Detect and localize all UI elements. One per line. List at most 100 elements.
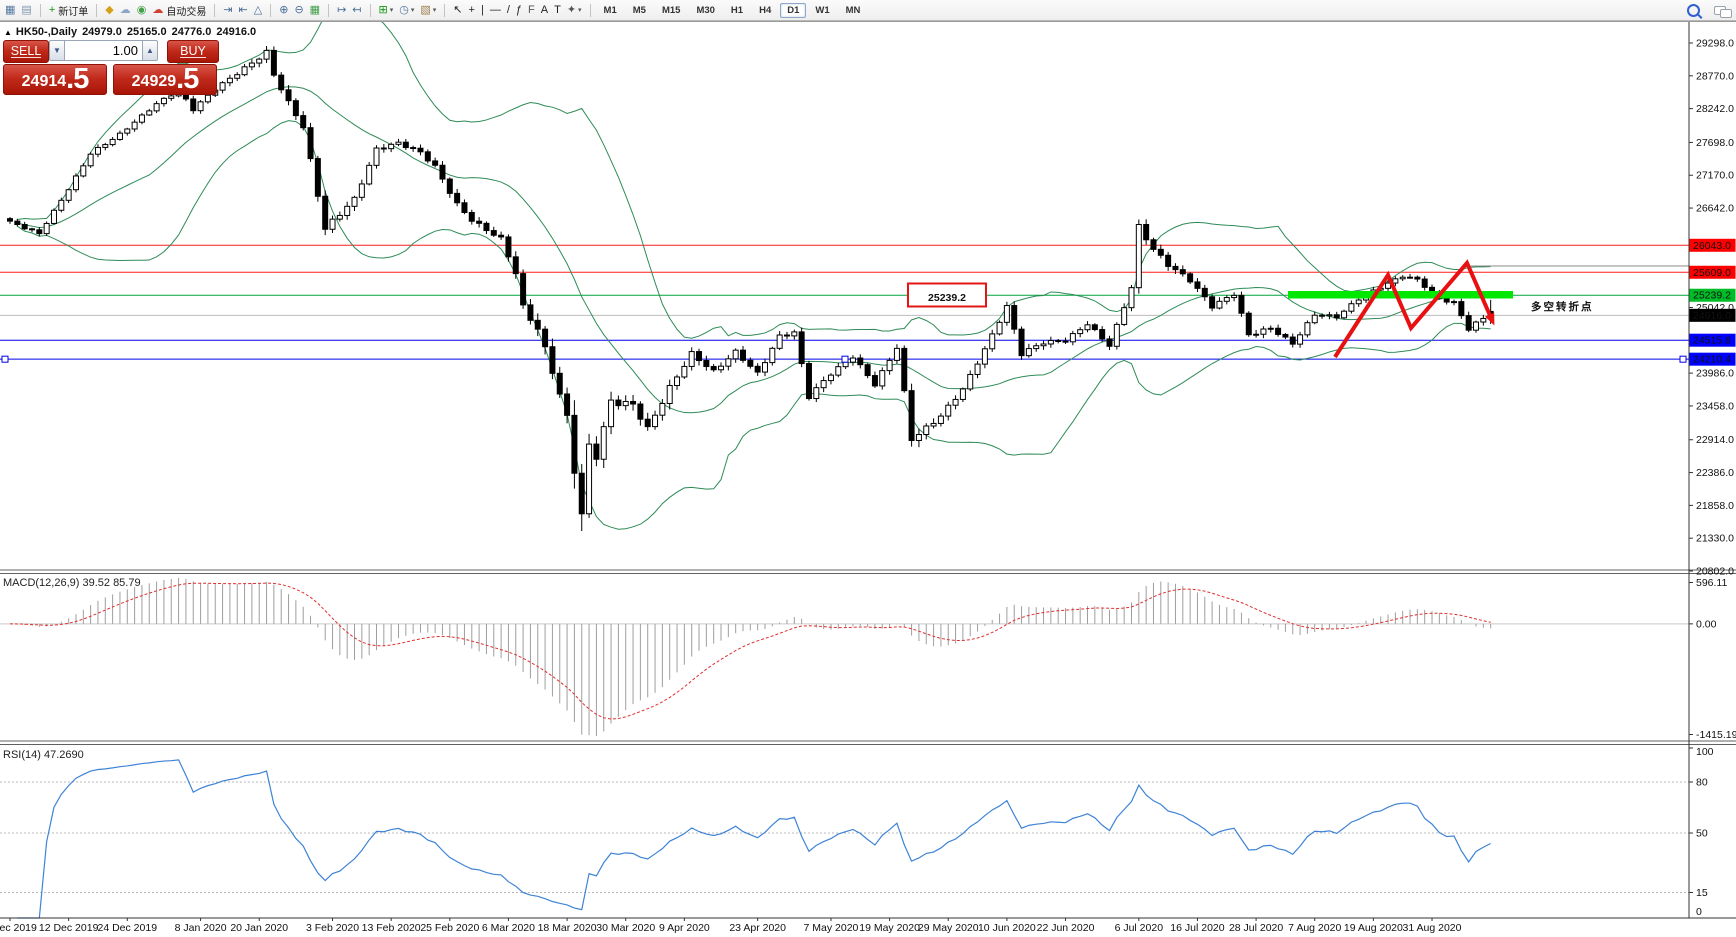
svg-text:29 May 2020: 29 May 2020: [918, 922, 979, 934]
hline-handle[interactable]: [1679, 355, 1687, 363]
svg-text:28 Jul 2020: 28 Jul 2020: [1229, 922, 1283, 934]
chart-canvas[interactable]: 25239.2 多空转折点 29298.0 28770.0 28242.0 27698.0…: [0, 0, 1736, 937]
timeframe-m15[interactable]: M15: [655, 3, 687, 18]
step-forward-icon[interactable]: ↦: [334, 2, 349, 18]
cursor-icon: ↖: [453, 3, 463, 16]
chevron-down-icon[interactable]: ▾: [578, 6, 582, 14]
trendline-icon[interactable]: /: [504, 2, 513, 18]
timeframe-w1[interactable]: W1: [808, 3, 836, 18]
periods-icon[interactable]: ◷ ▾: [396, 2, 417, 18]
new-order-icon: +: [48, 3, 56, 16]
svg-text:30 Mar 2020: 30 Mar 2020: [596, 922, 655, 934]
buy-button[interactable]: BUY: [167, 40, 219, 63]
community-icon[interactable]: ☁: [117, 2, 134, 18]
svg-text:19 Aug 2020: 19 Aug 2020: [1344, 922, 1403, 934]
svg-text:28770.0: 28770.0: [1696, 70, 1734, 82]
svg-text:-1415.19: -1415.19: [1696, 729, 1736, 741]
horizontal-line-icon[interactable]: —: [487, 2, 504, 18]
chart-foreground-icon[interactable]: △: [251, 2, 265, 18]
annotation-cn-text[interactable]: 多空转折点: [1531, 300, 1594, 313]
shapes-icon[interactable]: ✦ ▾: [564, 2, 585, 18]
svg-text:2 Dec 2019: 2 Dec 2019: [0, 922, 37, 934]
signals-icon: ◉: [136, 3, 147, 16]
metaeditor-icon[interactable]: ◆: [102, 2, 116, 18]
timeframe-mn[interactable]: MN: [839, 3, 868, 18]
step-forward-icon: ↦: [337, 3, 347, 16]
zoom-out-icon[interactable]: ⊖: [291, 2, 306, 18]
text-icon[interactable]: A: [538, 2, 551, 18]
fibonacci-icon[interactable]: ƒ: [513, 2, 525, 18]
hline-handle[interactable]: [1, 355, 9, 363]
signals-icon[interactable]: ◉: [134, 2, 150, 18]
svg-text:18 Mar 2020: 18 Mar 2020: [538, 922, 597, 934]
search-icon[interactable]: [1687, 3, 1700, 17]
bid-frac: .5: [66, 63, 89, 95]
timeframe-m30[interactable]: M30: [689, 3, 721, 18]
svg-text:23458.0: 23458.0: [1696, 400, 1734, 412]
toolbar-right: [1687, 3, 1736, 18]
zoom-in-icon[interactable]: ⊕: [276, 2, 291, 18]
toolbar-separator: [214, 3, 216, 17]
timeframe-h4[interactable]: H4: [752, 3, 778, 18]
templates-icon[interactable]: ▧ ▾: [417, 2, 439, 18]
rsi-value: 47.2690: [43, 749, 84, 761]
timeframe-m1[interactable]: M1: [597, 3, 624, 18]
new-chart-icon[interactable]: ▦: [2, 2, 18, 18]
rsi-panel: [0, 759, 1689, 919]
ask-frac: .5: [176, 63, 199, 95]
svg-text:0.00: 0.00: [1696, 618, 1717, 630]
timeframe-h1[interactable]: H1: [724, 3, 750, 18]
zigzag-arrow-annotation[interactable]: [1333, 259, 1495, 359]
tile-windows-icon[interactable]: ▦: [307, 2, 323, 18]
chevron-down-icon[interactable]: ▾: [433, 6, 437, 14]
step-back-icon[interactable]: ↤: [349, 2, 364, 18]
chevron-down-icon[interactable]: ▾: [390, 6, 394, 14]
collapse-triangle-icon[interactable]: ▲: [4, 28, 12, 37]
bid-price-button[interactable]: 24914.5: [3, 64, 107, 95]
chevron-down-icon[interactable]: ▾: [411, 6, 415, 14]
svg-text:0: 0: [1696, 906, 1702, 918]
volume-input[interactable]: [65, 40, 142, 61]
autotrading-icon[interactable]: ☁ 自动交易: [149, 2, 209, 18]
timeframe-m5[interactable]: M5: [626, 3, 653, 18]
volume-increase-button[interactable]: ▲: [142, 40, 158, 61]
fibonacci-fan-icon[interactable]: F: [525, 2, 538, 18]
chart-preview-icon[interactable]: ▤: [18, 2, 34, 18]
svg-text:22 Jun 2020: 22 Jun 2020: [1037, 922, 1095, 934]
hline-handle[interactable]: [841, 355, 849, 363]
timeframe-d1[interactable]: D1: [780, 2, 807, 18]
autotrading-icon: ☁: [152, 3, 164, 16]
svg-text:29298.0: 29298.0: [1696, 38, 1734, 50]
price-axis: 29298.0 28770.0 28242.0 27698.0 27170.0 26642…: [1689, 38, 1736, 919]
new-order-icon[interactable]: + 新订单: [46, 2, 91, 18]
volume-decrease-button[interactable]: ▼: [49, 40, 65, 61]
vertical-line-icon[interactable]: |: [478, 2, 487, 18]
text-icon: A: [540, 3, 549, 16]
text-label-icon[interactable]: T: [551, 2, 564, 18]
chart-shift-icon[interactable]: ⇤: [236, 2, 251, 18]
chart-autoscroll-icon[interactable]: ⇥: [220, 2, 235, 18]
shapes-icon: ✦: [566, 3, 577, 16]
symbol-period: HK50-,Daily: [15, 26, 78, 38]
chat-icon[interactable]: [1714, 5, 1732, 18]
step-back-icon: ↤: [352, 3, 362, 16]
cursor-icon[interactable]: ↖: [450, 2, 465, 18]
vertical-line-icon: |: [480, 3, 484, 16]
macd-indicator-label: MACD(12,26,9) 39.52 85.79: [3, 577, 141, 589]
crosshair-icon[interactable]: +: [466, 2, 478, 18]
indicators-icon[interactable]: ⊞ ▾: [376, 2, 397, 18]
ask-price-button[interactable]: 24929.5: [113, 64, 217, 95]
metaeditor-icon: ◆: [105, 3, 114, 16]
toolbar-group: ⇥ ⇤ △: [218, 0, 267, 20]
svg-text:26043.0: 26043.0: [1693, 240, 1731, 252]
macd-panel: [0, 578, 1689, 736]
svg-text:7 May 2020: 7 May 2020: [804, 922, 859, 934]
ohlc-low: 24776.0: [171, 26, 212, 38]
chart-title: ▲ HK50-,Daily 24979.0 25165.0 24776.0 24916.0: [4, 26, 256, 38]
toolbar-group: + 新订单: [44, 0, 93, 20]
timeframe-toolbar: M1 M5 M15 M30 H1 H4 D1 W1 MN: [594, 0, 871, 20]
sell-button[interactable]: SELL: [3, 40, 49, 63]
svg-text:20802.0: 20802.0: [1696, 566, 1734, 578]
periods-icon: ◷: [399, 3, 409, 16]
svg-text:25239.2: 25239.2: [1693, 290, 1731, 302]
